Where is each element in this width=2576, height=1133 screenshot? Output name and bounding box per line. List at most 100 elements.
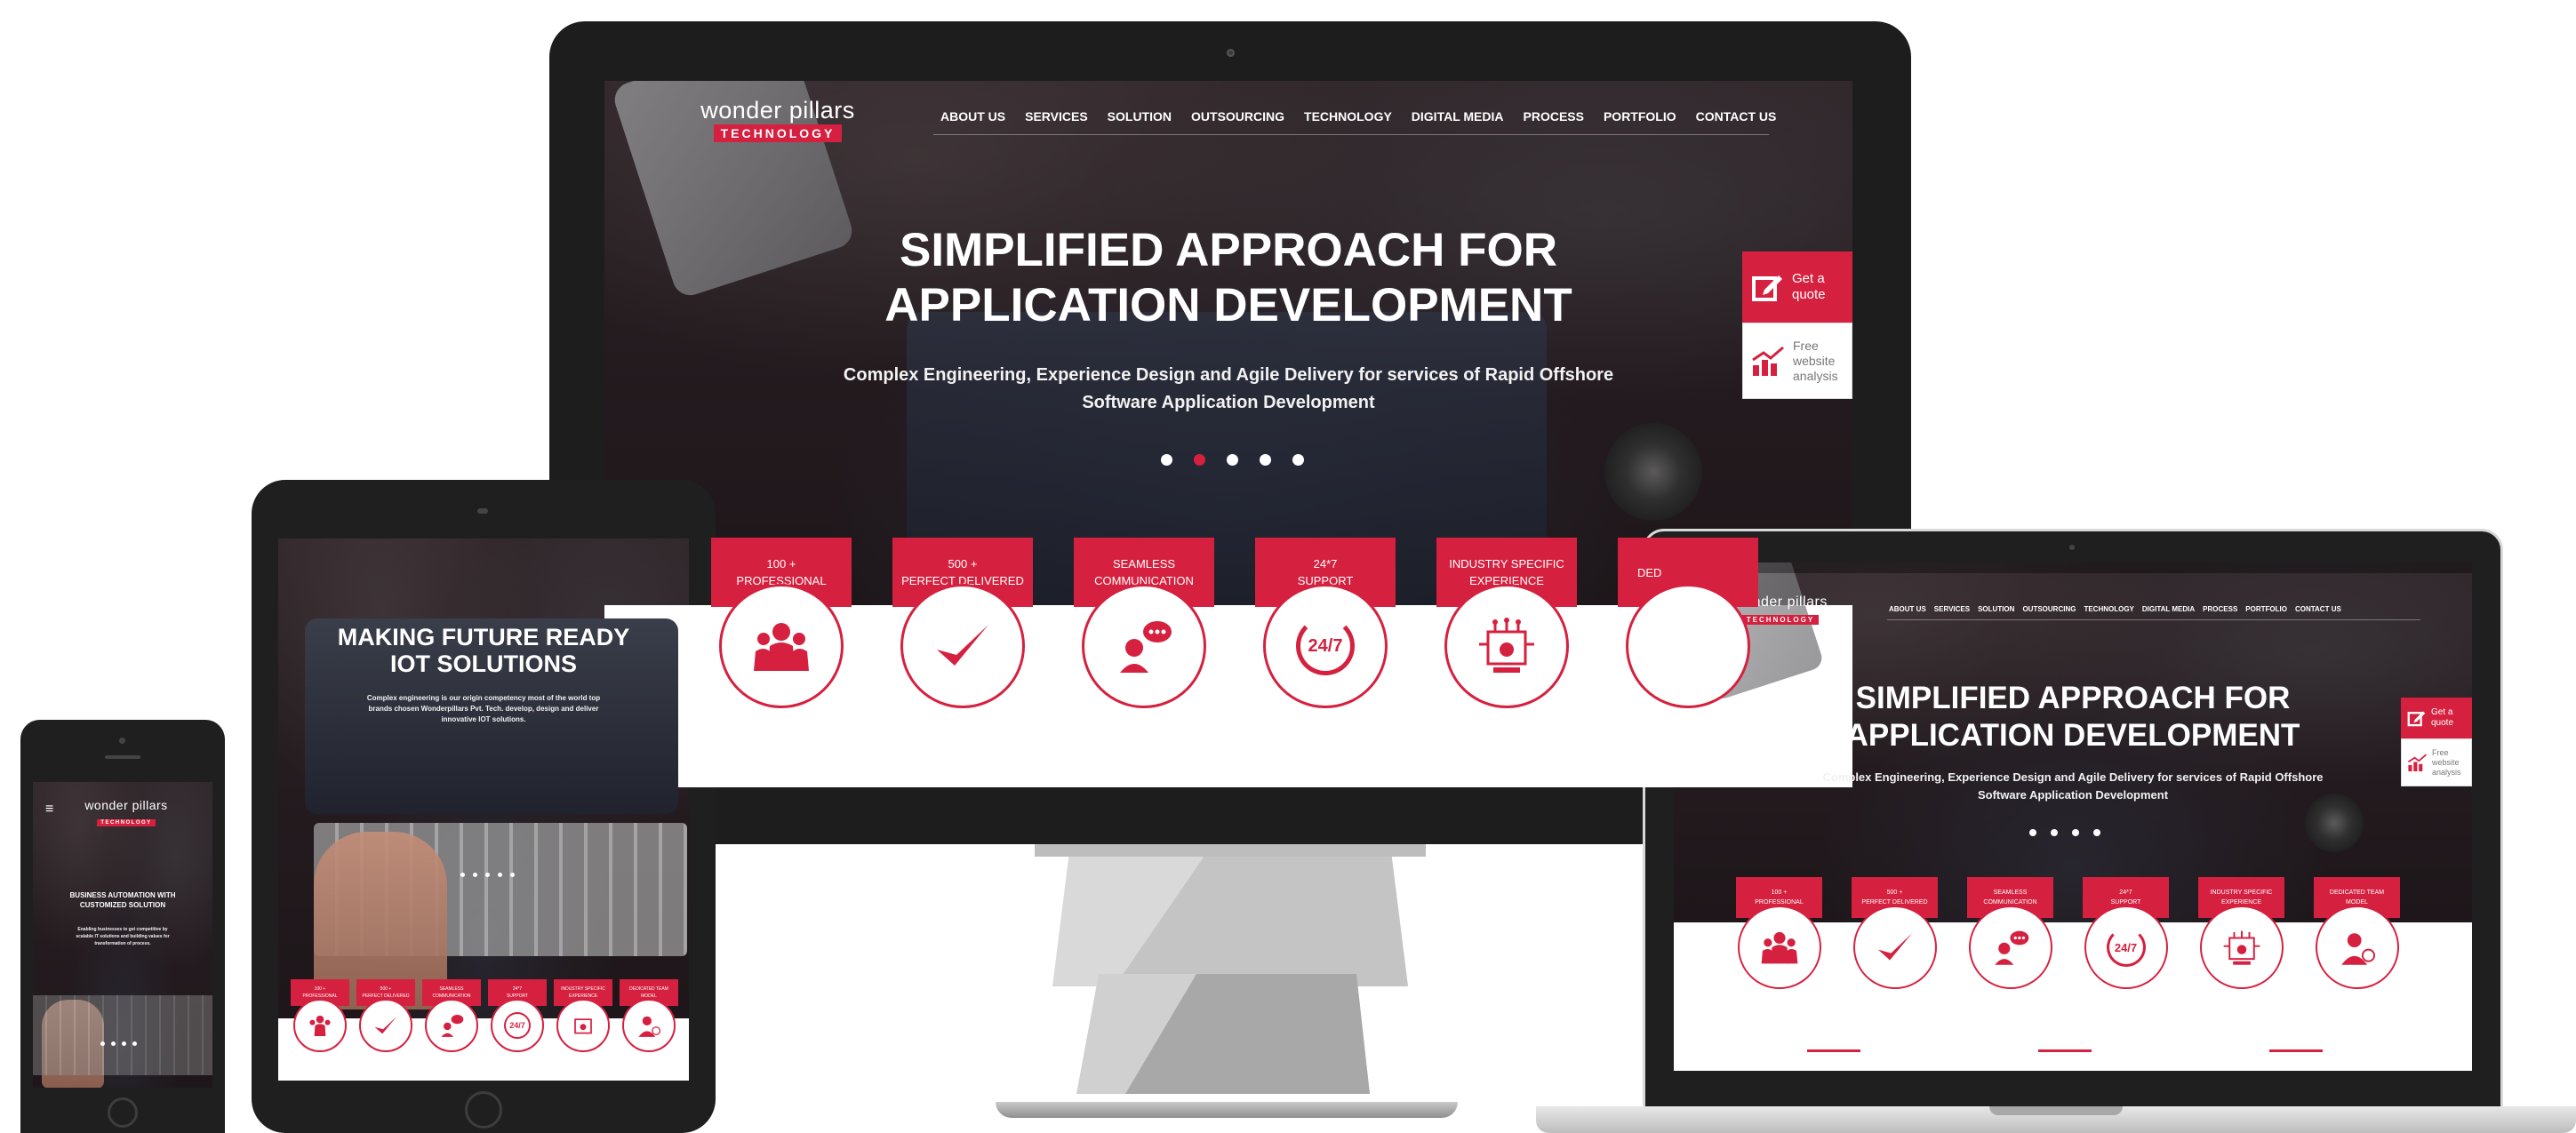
slider-dot[interactable] bbox=[132, 1041, 137, 1046]
logo-tagline: TECHNOLOGY bbox=[97, 819, 156, 826]
feature-card[interactable]: SEAMLESS COMMUNICATION bbox=[1967, 877, 2053, 989]
slider-dot[interactable] bbox=[473, 873, 477, 877]
slider-dot[interactable] bbox=[100, 1041, 105, 1046]
feature-card-line1: SEAMLESS bbox=[1993, 890, 2028, 896]
nav-about[interactable]: ABOUT US bbox=[940, 109, 1005, 124]
phone-hero-subtitle: Enabling businesses to get competitive b… bbox=[40, 926, 205, 947]
chat-person-icon bbox=[1968, 906, 2052, 989]
nav-portfolio[interactable]: PORTFOLIO bbox=[1604, 109, 1676, 124]
feature-card-line1: 100 + bbox=[314, 986, 326, 992]
nav-contact[interactable]: CONTACT US bbox=[2295, 605, 2341, 613]
laptop-camera bbox=[2069, 545, 2075, 550]
nav-services[interactable]: SERVICES bbox=[1025, 109, 1088, 124]
tablet-camera bbox=[477, 508, 488, 514]
nav-process[interactable]: PROCESS bbox=[1524, 109, 1584, 124]
slider-dot[interactable] bbox=[460, 873, 465, 877]
section-icon-partial bbox=[2038, 1049, 2092, 1071]
free-analysis-button[interactable]: Free website analysis bbox=[1742, 323, 1852, 399]
nav-process[interactable]: PROCESS bbox=[2203, 605, 2237, 613]
hero-subtitle-line2: Software Application Development bbox=[1082, 393, 1375, 412]
laptop-slider-dots bbox=[2029, 829, 2100, 836]
feature-card[interactable]: INDUSTRY SPECIFIC EXPERIENCE bbox=[1436, 538, 1577, 708]
slider-dot[interactable] bbox=[1260, 454, 1271, 466]
slider-dot[interactable] bbox=[122, 1041, 126, 1046]
phone-sub-line2: scalable IT solutions and building value… bbox=[76, 934, 170, 939]
circuit-icon bbox=[556, 999, 610, 1052]
feature-card[interactable]: DEDICATED TEAM MODEL bbox=[2314, 877, 2400, 989]
slider-dot[interactable] bbox=[2029, 829, 2036, 836]
phone-home-button[interactable] bbox=[108, 1097, 138, 1128]
slider-dot[interactable] bbox=[510, 873, 515, 877]
nav-services[interactable]: SERVICES bbox=[1934, 605, 1970, 613]
slider-dot[interactable] bbox=[111, 1041, 116, 1046]
slider-dot[interactable] bbox=[1227, 454, 1238, 466]
hero-title-line2: APPLICATION DEVELOPMENT bbox=[884, 279, 1572, 331]
nav-digital-media[interactable]: DIGITAL MEDIA bbox=[1412, 109, 1504, 124]
slider-dot-active[interactable] bbox=[1194, 454, 1205, 466]
nav-solution[interactable]: SOLUTION bbox=[1108, 109, 1172, 124]
laptop-sub-line2: Software Application Development bbox=[1977, 788, 2169, 802]
nav-solution[interactable]: SOLUTION bbox=[1978, 605, 2014, 613]
nav-digital-media[interactable]: DIGITAL MEDIA bbox=[2142, 605, 2195, 613]
feature-card[interactable]: INDUSTRY SPECIFIC EXPERIENCE bbox=[554, 979, 612, 1052]
feature-card[interactable]: 100 + PROFESSIONAL bbox=[1736, 877, 1822, 989]
feature-card[interactable]: 24*7 SUPPORT 24/7 bbox=[488, 979, 547, 1052]
slider-dot[interactable] bbox=[2093, 829, 2100, 836]
feature-card[interactable]: 100 + PROFESSIONAL bbox=[711, 538, 852, 708]
laptop-quote-widget: Get a quote Free website analysis bbox=[2401, 698, 2472, 786]
nav-outsourcing[interactable]: OUTSOURCING bbox=[1191, 109, 1284, 124]
slider-dot[interactable] bbox=[2072, 829, 2079, 836]
nav-outsourcing[interactable]: OUTSOURCING bbox=[2022, 605, 2076, 613]
feature-card[interactable]: 24*7 SUPPORT 24/7 bbox=[2083, 877, 2169, 989]
feature-card[interactable]: 500 + PERFECT DELIVERED bbox=[356, 979, 415, 1052]
nav-technology[interactable]: TECHNOLOGY bbox=[2084, 605, 2133, 613]
growth-chart-icon bbox=[2406, 751, 2429, 774]
slider-dot[interactable] bbox=[1161, 454, 1172, 466]
laptop-notch bbox=[1989, 1106, 2123, 1115]
team-icon bbox=[1737, 906, 1821, 989]
free-label-3: analysis bbox=[2432, 767, 2461, 777]
free-analysis-button[interactable]: Free website analysis bbox=[2401, 738, 2472, 786]
section-icon-partial bbox=[2269, 1049, 2323, 1071]
slider-dot[interactable] bbox=[2051, 829, 2058, 836]
feature-card-line1: 100 + bbox=[1771, 890, 1788, 896]
get-quote-label-1: Get a bbox=[2431, 707, 2453, 717]
site-logo[interactable]: wonder pillars TECHNOLOGY bbox=[693, 97, 862, 142]
slider-dot[interactable] bbox=[1292, 454, 1304, 466]
feature-card-partial[interactable]: DED bbox=[1618, 538, 1758, 708]
feature-card-line1: INDUSTRY SPECIFIC bbox=[1449, 557, 1564, 570]
phone-sub-line1: Enabling businesses to get competitive b… bbox=[77, 927, 168, 932]
feature-card[interactable]: SEAMLESS COMMUNICATION bbox=[422, 979, 481, 1052]
feature-card[interactable]: 100 + PROFESSIONAL bbox=[291, 979, 349, 1052]
monitor-stand bbox=[1035, 844, 1426, 986]
get-quote-button[interactable]: Get a quote bbox=[1742, 251, 1852, 323]
feature-card[interactable]: DEDICATED TEAM MODEL bbox=[620, 979, 678, 1052]
phone-logo[interactable]: wonder pillars TECHNOLOGY bbox=[77, 798, 175, 828]
tablet-home-button[interactable] bbox=[465, 1091, 502, 1129]
main-nav: ABOUT US SERVICES SOLUTION OUTSOURCING T… bbox=[940, 109, 1776, 124]
feature-card[interactable]: 500 + PERFECT DELIVERED bbox=[1852, 877, 1938, 989]
feature-card-partial-text: DED bbox=[1637, 565, 1662, 579]
free-label-2: website bbox=[1793, 353, 1836, 368]
feature-card[interactable]: 500 + PERFECT DELIVERED bbox=[892, 538, 1033, 708]
slider-dot[interactable] bbox=[485, 873, 490, 877]
person-globe-icon bbox=[622, 999, 676, 1052]
feature-card-line1: 500 + bbox=[1886, 890, 1903, 896]
feature-card[interactable]: INDUSTRY SPECIFIC EXPERIENCE bbox=[2198, 877, 2284, 989]
tablet-screen: MAKING FUTURE READY IOT SOLUTIONS Comple… bbox=[278, 539, 689, 1081]
get-quote-button[interactable]: Get a quote bbox=[2401, 698, 2472, 738]
feature-card[interactable]: SEAMLESS COMMUNICATION bbox=[1074, 538, 1214, 708]
support-247-icon: 24/7 bbox=[1263, 584, 1388, 708]
free-label-1: Free bbox=[2432, 747, 2449, 757]
feature-card-line1: SEAMLESS bbox=[1112, 557, 1176, 570]
hamburger-menu-icon[interactable]: ≡ bbox=[45, 802, 53, 818]
nav-contact[interactable]: CONTACT US bbox=[1696, 109, 1777, 124]
slider-dot[interactable] bbox=[498, 873, 502, 877]
nav-portfolio[interactable]: PORTFOLIO bbox=[2245, 605, 2287, 613]
support-247-text: 24/7 bbox=[2106, 928, 2146, 967]
feature-card[interactable]: 24*7 SUPPORT 24/7 bbox=[1255, 538, 1396, 708]
nav-technology[interactable]: TECHNOLOGY bbox=[1304, 109, 1392, 124]
nav-about[interactable]: ABOUT US bbox=[1889, 605, 1926, 613]
phone-screen: ≡ wonder pillars TECHNOLOGY BUSINESS AUT… bbox=[33, 782, 212, 1088]
chat-person-icon bbox=[425, 999, 478, 1052]
